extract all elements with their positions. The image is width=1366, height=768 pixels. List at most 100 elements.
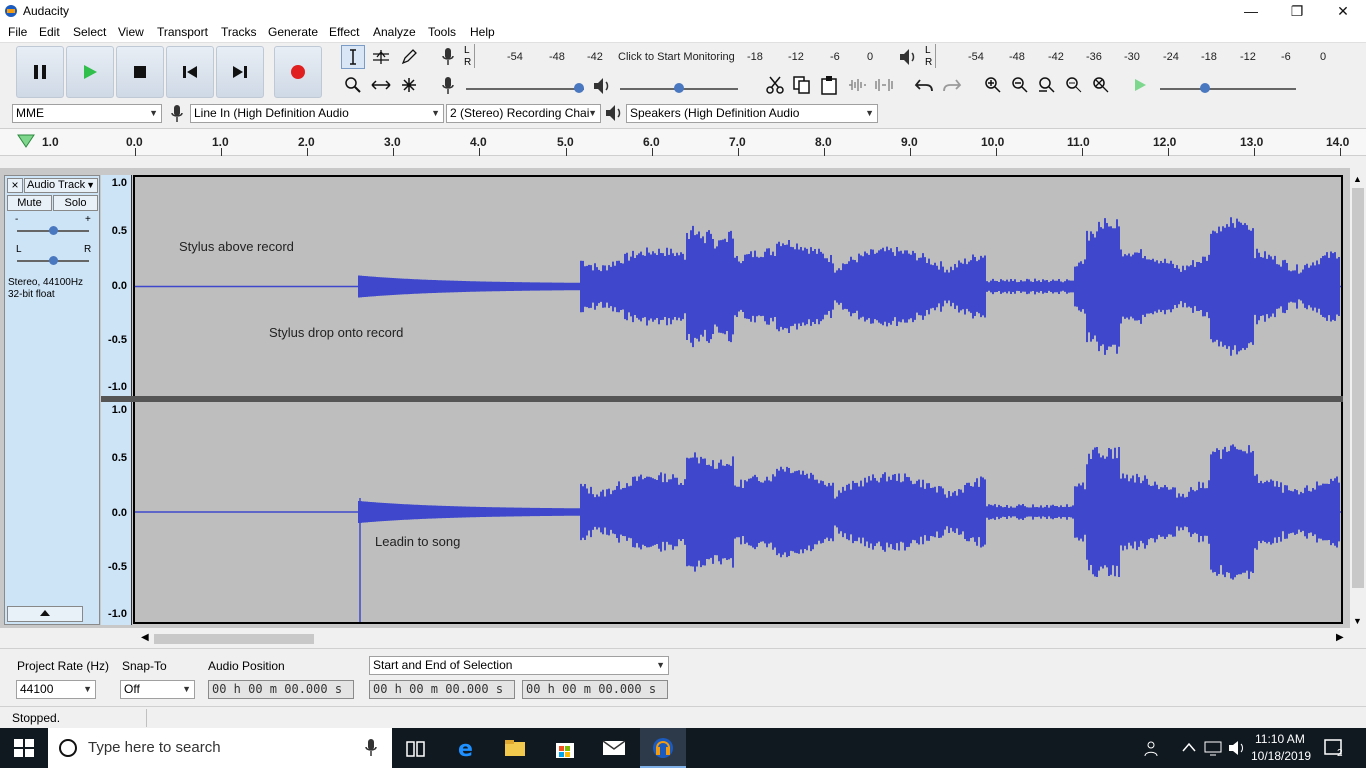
microphone-icon[interactable] <box>440 47 456 67</box>
pan-slider-thumb[interactable] <box>49 256 58 265</box>
undo-button[interactable] <box>912 73 936 97</box>
menu-transport[interactable]: Transport <box>157 25 208 39</box>
play-head-triangle-icon[interactable] <box>16 133 36 149</box>
audacity-taskbar-button[interactable] <box>640 728 686 768</box>
menu-help[interactable]: Help <box>470 25 495 39</box>
selection-tool-button[interactable] <box>341 45 365 69</box>
fit-project-button[interactable] <box>1062 73 1086 97</box>
play-speed-thumb[interactable] <box>1200 83 1210 93</box>
track-name-menu[interactable]: Audio Track ▼ <box>24 178 98 193</box>
cut-button[interactable] <box>763 73 787 97</box>
click-to-start-monitoring[interactable]: Click to Start Monitoring <box>618 51 735 63</box>
recording-channels-select[interactable]: 2 (Stereo) Recording Chai ▼ <box>446 104 601 123</box>
record-icon <box>291 65 305 79</box>
mute-button[interactable]: Mute <box>7 195 52 211</box>
track-control-panel[interactable]: × Audio Track ▼ Mute Solo - + L R Stereo,… <box>4 175 100 625</box>
project-rate-select[interactable]: 44100 ▼ <box>16 680 96 699</box>
file-explorer-icon[interactable] <box>504 738 526 758</box>
menu-tracks[interactable]: Tracks <box>221 25 257 39</box>
stop-button[interactable] <box>116 46 164 98</box>
menu-analyze[interactable]: Analyze <box>373 25 416 39</box>
play-scale-54: -54 <box>968 51 984 63</box>
menu-edit[interactable]: Edit <box>39 25 60 39</box>
copy-button[interactable] <box>790 73 814 97</box>
play-speed-slider[interactable] <box>1160 88 1296 90</box>
selection-mode-select[interactable]: Start and End of Selection ▼ <box>369 656 669 675</box>
output-volume-thumb[interactable] <box>674 83 684 93</box>
zoom-toggle-button[interactable] <box>1089 73 1113 97</box>
speaker-icon[interactable] <box>898 47 918 67</box>
skip-to-start-button[interactable] <box>166 46 214 98</box>
menu-select[interactable]: Select <box>73 25 106 39</box>
vertical-scrollbar[interactable]: ▲ ▼ <box>1350 172 1366 632</box>
close-button[interactable]: ✕ <box>1320 0 1366 22</box>
zoom-in-button[interactable] <box>981 73 1005 97</box>
windows-start-icon[interactable] <box>14 739 34 757</box>
tray-chevron-up-icon[interactable] <box>1182 742 1196 752</box>
envelope-tool-button[interactable] <box>369 45 393 69</box>
horizontal-scrollbar[interactable]: ◀ ▶ <box>0 632 1350 646</box>
menu-file[interactable]: File <box>8 25 27 39</box>
voice-mic-icon[interactable] <box>364 738 378 758</box>
selection-end-time[interactable]: 00 h 00 m 00.000 s <box>522 680 668 699</box>
trim-button[interactable] <box>845 73 869 97</box>
scroll-left-icon[interactable]: ◀ <box>141 632 149 643</box>
close-track-button[interactable]: × <box>7 178 23 193</box>
store-icon[interactable] <box>554 737 576 759</box>
recording-device-select[interactable]: Line In (High Definition Audio ▼ <box>190 104 444 123</box>
menu-view[interactable]: View <box>118 25 144 39</box>
multi-tool-button[interactable] <box>397 73 421 97</box>
audio-position-time[interactable]: 00 h 00 m 00.000 s <box>208 680 354 699</box>
edge-browser-icon[interactable]: e <box>456 737 478 759</box>
play-button[interactable] <box>66 46 114 98</box>
chevron-down-icon: ▼ <box>149 108 158 118</box>
timeline-ruler[interactable]: 1.0 0.0 1.0 2.0 3.0 4.0 5.0 6.0 7.0 8.0 … <box>0 128 1366 156</box>
people-icon[interactable] <box>1144 739 1162 757</box>
taskbar-search-box[interactable]: Type here to search <box>48 728 392 768</box>
task-view-icon[interactable] <box>406 740 426 758</box>
waveform-channel-left[interactable]: Stylus above record Stylus drop onto rec… <box>133 175 1343 396</box>
scroll-up-icon[interactable]: ▲ <box>1353 174 1362 184</box>
input-volume-thumb[interactable] <box>574 83 584 93</box>
record-button[interactable] <box>274 46 322 98</box>
scroll-right-icon[interactable]: ▶ <box>1336 632 1344 643</box>
input-volume-slider[interactable] <box>466 88 584 90</box>
playback-device-select[interactable]: Speakers (High Definition Audio ▼ <box>626 104 878 123</box>
selection-toolbar: Project Rate (Hz) 44100 ▼ Snap-To Off ▼ Au… <box>0 648 1366 704</box>
volume-icon[interactable] <box>1228 740 1246 756</box>
redo-button[interactable] <box>940 73 964 97</box>
network-icon[interactable] <box>1204 740 1222 756</box>
horizontal-scroll-thumb[interactable] <box>154 634 314 644</box>
clock-time[interactable]: 11:10 AM <box>1255 732 1305 746</box>
playback-meter[interactable]: -54 -48 -42 -36 -30 -24 -18 -12 -6 0 <box>935 44 1335 68</box>
zoom-out-button[interactable] <box>1008 73 1032 97</box>
audio-host-select[interactable]: MME ▼ <box>12 104 162 123</box>
collapse-track-button[interactable] <box>7 606 83 622</box>
snap-to-select[interactable]: Off ▼ <box>120 680 195 699</box>
gain-slider-thumb[interactable] <box>49 226 58 235</box>
scroll-down-icon[interactable]: ▼ <box>1353 616 1362 626</box>
mail-icon[interactable] <box>602 739 626 757</box>
record-meter[interactable]: -54 -48 -42 Click to Start Monitoring -1… <box>474 44 874 68</box>
silence-audio-icon <box>875 79 893 91</box>
vertical-scroll-thumb[interactable] <box>1352 188 1364 588</box>
silence-button[interactable] <box>872 73 896 97</box>
maximize-button[interactable]: ❐ <box>1274 0 1320 22</box>
menu-tools[interactable]: Tools <box>428 25 456 39</box>
selection-start-time[interactable]: 00 h 00 m 00.000 s <box>369 680 515 699</box>
menu-generate[interactable]: Generate <box>268 25 318 39</box>
skip-to-end-button[interactable] <box>216 46 264 98</box>
fit-selection-button[interactable] <box>1035 73 1059 97</box>
zoom-tool-button[interactable] <box>341 73 365 97</box>
waveform-channel-right[interactable]: Leadin to song <box>133 402 1343 624</box>
snap-to-value: Off <box>124 682 140 696</box>
paste-button[interactable] <box>817 73 841 97</box>
menu-effect[interactable]: Effect <box>329 25 359 39</box>
time-shift-tool-button[interactable] <box>369 73 393 97</box>
solo-button[interactable]: Solo <box>53 195 98 211</box>
clock-date[interactable]: 10/18/2019 <box>1251 749 1311 763</box>
draw-tool-button[interactable] <box>397 45 421 69</box>
play-at-speed-button[interactable] <box>1128 73 1152 97</box>
pause-button[interactable] <box>16 46 64 98</box>
minimize-button[interactable]: — <box>1228 0 1274 22</box>
